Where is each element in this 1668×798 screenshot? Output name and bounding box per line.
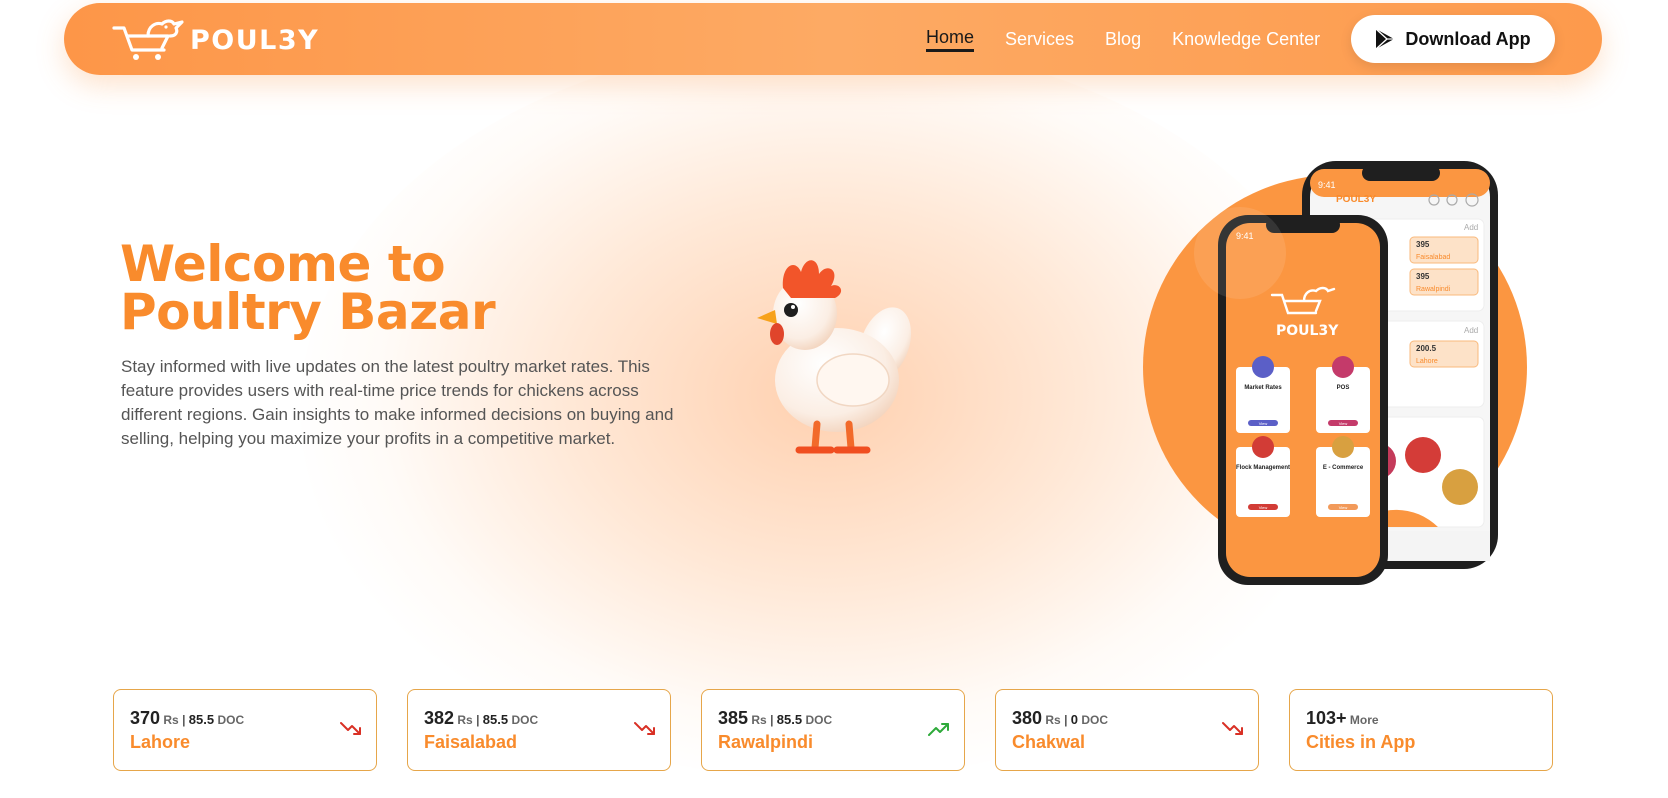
doc-label: DOC — [805, 713, 833, 727]
rate-card-faisalabad[interactable]: 382 Rs | 85.5 DOC Faisalabad — [407, 689, 671, 771]
hero-description: Stay informed with live updates on the l… — [121, 357, 674, 448]
more-cities-count: 103+ — [1306, 708, 1347, 728]
more-cities-card[interactable]: 103+ More Cities in App — [1289, 689, 1553, 771]
back-phone-logo: POUL3Y — [1336, 194, 1376, 205]
rate-card-values: 370 Rs | 85.5 DOC — [130, 708, 244, 729]
doc-label: DOC — [217, 713, 245, 727]
doc-value: 0 — [1070, 712, 1079, 727]
back-phone-rate-3-value: 200.5 — [1416, 344, 1437, 353]
nav-link-home[interactable]: Home — [926, 27, 975, 52]
rate-price: 385 — [718, 708, 749, 728]
back-phone-rate-2-value: 395 — [1416, 272, 1430, 281]
front-tile-2-title: POS — [1337, 385, 1350, 391]
nav-link-knowledge-center[interactable]: Knowledge Center — [1172, 29, 1320, 50]
rate-currency: Rs — [751, 713, 767, 727]
back-phone-rate-1-city: Faisalabad — [1416, 254, 1450, 261]
hero-title: Welcome to Poultry Bazar — [120, 235, 496, 341]
more-label: More — [1349, 713, 1379, 727]
rate-separator: | — [182, 713, 186, 727]
nav-link-services[interactable]: Services — [1005, 29, 1074, 50]
rate-cards: 370 Rs | 85.5 DOC Lahore 382 Rs | 85.5 D… — [113, 689, 1555, 771]
rate-card-values: 382 Rs | 85.5 DOC — [424, 708, 538, 729]
back-phone-add-label-2: Add — [1464, 326, 1478, 335]
rate-currency: Rs — [457, 713, 473, 727]
page: POUL3Y Home Services Blog Knowledge Cent… — [0, 0, 1668, 798]
rate-separator: | — [476, 713, 480, 727]
cart-chicken-icon — [112, 19, 184, 60]
rate-separator: | — [770, 713, 774, 727]
trend-down-icon — [634, 722, 655, 735]
hero-title-line2: Poultry Bazar — [120, 283, 496, 341]
nav-links: Home Services Blog Knowledge Center — [926, 3, 1351, 75]
front-tile-3-button: View — [1259, 505, 1268, 510]
doc-label: DOC — [511, 713, 539, 727]
rate-city: Lahore — [130, 732, 191, 752]
rate-card-chakwal[interactable]: 380 Rs | 0 DOC Chakwal — [995, 689, 1259, 771]
back-phone-rate-1-value: 395 — [1416, 240, 1430, 249]
rate-city: Rawalpindi — [718, 732, 814, 752]
back-phone-add-label-1: Add — [1464, 223, 1478, 232]
front-tile-3-title: Flock Management — [1236, 465, 1290, 471]
rate-currency: Rs — [163, 713, 179, 727]
trend-down-icon — [340, 722, 361, 735]
nav-link-blog[interactable]: Blog — [1105, 29, 1141, 50]
logo-text: POUL3Y — [190, 24, 320, 56]
front-tile-1-title: Market Rates — [1244, 385, 1282, 391]
rate-card-lahore[interactable]: 370 Rs | 85.5 DOC Lahore — [113, 689, 377, 771]
back-phone-rate-2-city: Rawalpindi — [1416, 286, 1451, 293]
google-play-icon — [1375, 28, 1395, 50]
app-phone-mockup: 9:41 POUL3Y Add 395 Faisalabad 395 Rawal… — [1143, 161, 1527, 585]
rate-card-values: 380 Rs | 0 DOC — [1012, 708, 1108, 729]
more-cities-label: Cities in App — [1306, 732, 1416, 752]
rate-price: 382 — [424, 708, 455, 728]
doc-value: 85.5 — [188, 712, 215, 727]
rate-city: Faisalabad — [424, 732, 518, 752]
trend-up-icon — [928, 723, 949, 736]
chicken-illustration — [757, 260, 912, 454]
download-app-button[interactable]: Download App — [1351, 15, 1555, 63]
front-phone-logo: POUL3Y — [1276, 323, 1339, 339]
rate-separator: | — [1064, 713, 1068, 727]
front-tile-1-button: View — [1259, 421, 1268, 426]
navbar: POUL3Y Home Services Blog Knowledge Cent… — [64, 3, 1602, 75]
doc-value: 85.5 — [482, 712, 509, 727]
doc-label: DOC — [1081, 713, 1109, 727]
front-tile-4-title: E - Commerce — [1323, 465, 1364, 471]
download-app-label: Download App — [1405, 28, 1531, 49]
front-tile-4-button: View — [1339, 505, 1348, 510]
back-phone-rate-3-city: Lahore — [1416, 358, 1438, 365]
hero-title-line1: Welcome to — [120, 235, 446, 293]
rate-price: 370 — [130, 708, 161, 728]
rate-card-rawalpindi[interactable]: 385 Rs | 85.5 DOC Rawalpindi — [701, 689, 965, 771]
front-tile-2-button: View — [1339, 421, 1348, 426]
rate-price: 380 — [1012, 708, 1043, 728]
rate-city: Chakwal — [1012, 732, 1086, 752]
more-cities-count-row: 103+ More — [1306, 708, 1379, 729]
rate-currency: Rs — [1045, 713, 1061, 727]
trend-down-icon — [1222, 722, 1243, 735]
rate-card-values: 385 Rs | 85.5 DOC — [718, 708, 832, 729]
brand-logo[interactable]: POUL3Y — [112, 17, 319, 63]
doc-value: 85.5 — [776, 712, 803, 727]
back-phone-time: 9:41 — [1318, 180, 1336, 190]
